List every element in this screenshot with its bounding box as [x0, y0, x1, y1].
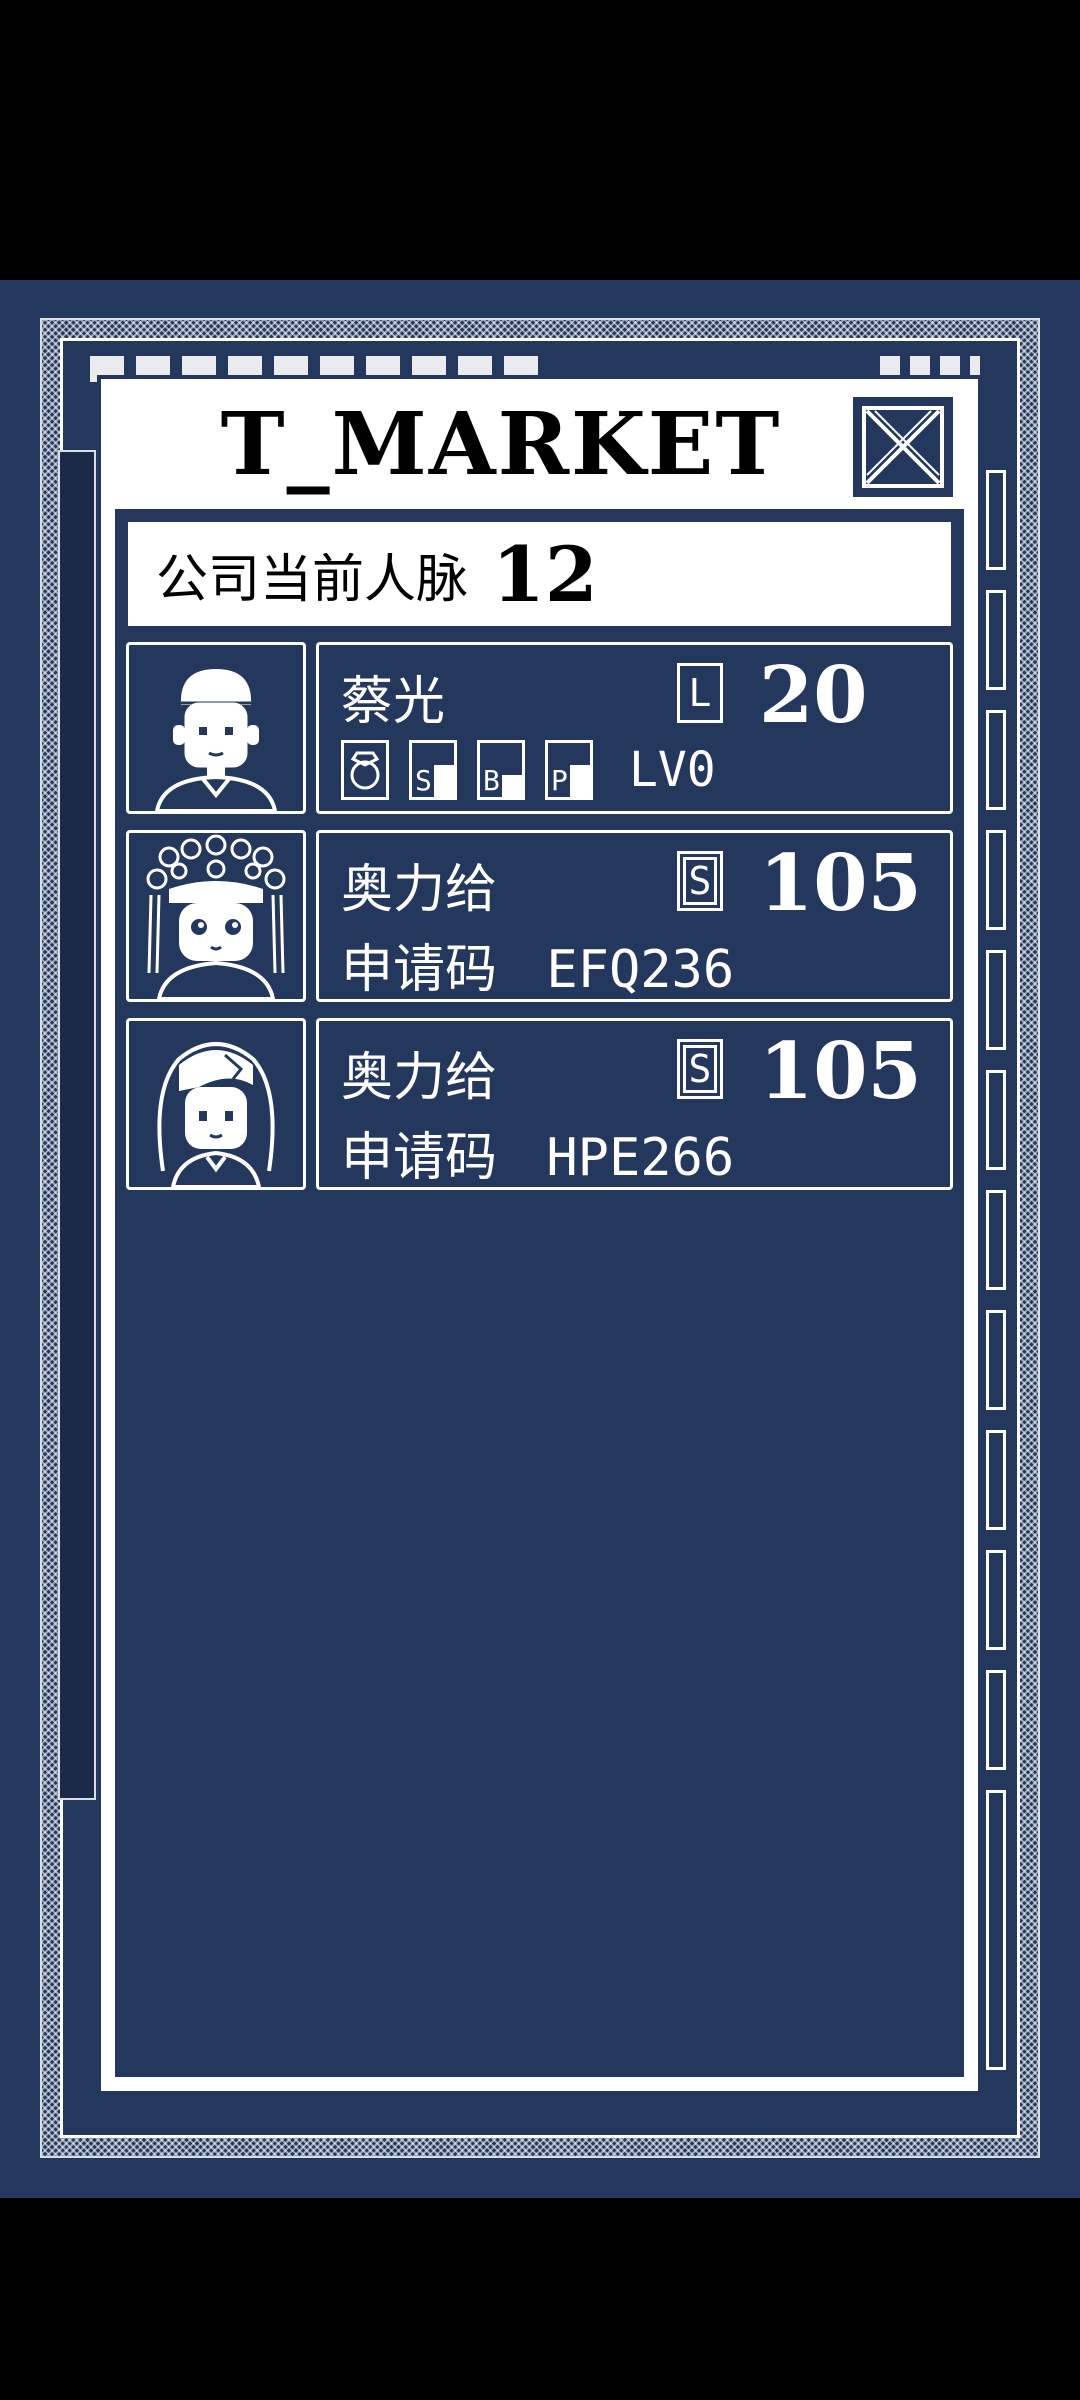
person-score: 105 — [759, 1025, 922, 1117]
rank-badge: L — [677, 663, 723, 723]
rank-badge: S — [677, 851, 723, 911]
boy-portrait-icon — [154, 669, 278, 811]
avatar — [126, 830, 306, 1002]
background-tab — [986, 590, 1006, 690]
close-button[interactable] — [853, 397, 953, 497]
background-tab — [986, 1310, 1006, 1410]
list-item[interactable]: 奥力给 S 105 申请码 EFQ236 — [126, 830, 953, 1002]
background-tab — [986, 1190, 1006, 1290]
background-tab — [986, 1070, 1006, 1170]
avatar — [126, 642, 306, 814]
person-info: 蔡光 L 20 S B P LV0 — [316, 642, 953, 814]
person-info: 奥力给 S 105 申请码 HPE266 — [316, 1018, 953, 1190]
background-tab — [986, 1430, 1006, 1530]
close-icon — [862, 406, 944, 488]
background-tab — [986, 1790, 1006, 2070]
person-info: 奥力给 S 105 申请码 EFQ236 — [316, 830, 953, 1002]
application-code-value: HPE266 — [546, 1128, 735, 1188]
person-score: 20 — [759, 649, 868, 741]
application-code-label: 申请码 — [341, 1128, 498, 1188]
stat-b-icon: B — [477, 740, 525, 800]
person-name: 蔡光 — [341, 672, 446, 732]
application-code-label: 申请码 — [341, 940, 498, 1000]
avatar — [126, 1018, 306, 1190]
stat-s-icon: S — [409, 740, 457, 800]
background-tab — [986, 1670, 1006, 1770]
stat-p-icon: P — [545, 740, 593, 800]
background-tab — [986, 470, 1006, 570]
company-contacts-value: 12 — [492, 529, 598, 619]
list-item[interactable]: 蔡光 L 20 S B P LV0 — [126, 642, 953, 814]
person-score: 105 — [759, 837, 922, 929]
company-contacts-label: 公司当前人脉 — [156, 549, 469, 610]
person-name: 奥力给 — [341, 860, 498, 920]
background-tab — [986, 950, 1006, 1050]
person-name: 奥力给 — [341, 1048, 498, 1108]
opera-girl-portrait-icon — [146, 834, 286, 999]
stat-icons: S B P LV0 — [341, 737, 716, 803]
background-tab — [986, 710, 1006, 810]
diamond-ring-icon — [341, 740, 389, 800]
background-tab — [986, 1550, 1006, 1650]
background-scrollbar — [58, 450, 96, 1800]
application-code: 申请码 HPE266 — [341, 1115, 734, 1190]
company-contacts-bar: 公司当前人脉 12 — [128, 522, 951, 626]
background-tab — [986, 830, 1006, 930]
application-code-value: EFQ236 — [546, 940, 735, 1000]
level-text: LV0 — [629, 742, 716, 798]
rank-badge: S — [677, 1039, 723, 1099]
long-hair-girl-portrait-icon — [157, 1042, 275, 1187]
contact-list-panel: 公司当前人脉 12 蔡光 L 20 S B P LV0 奥力给 S 105 申请… — [115, 509, 964, 2077]
list-item[interactable]: 奥力给 S 105 申请码 HPE266 — [126, 1018, 953, 1190]
market-window: T_MARKET 公司当前人脉 12 蔡光 L 20 S B P LV0 奥力给… — [97, 375, 982, 2095]
game-screen: T_MARKET 公司当前人脉 12 蔡光 L 20 S B P LV0 奥力给… — [0, 280, 1080, 2198]
application-code: 申请码 EFQ236 — [341, 927, 734, 1002]
window-title: T_MARKET — [220, 393, 782, 495]
